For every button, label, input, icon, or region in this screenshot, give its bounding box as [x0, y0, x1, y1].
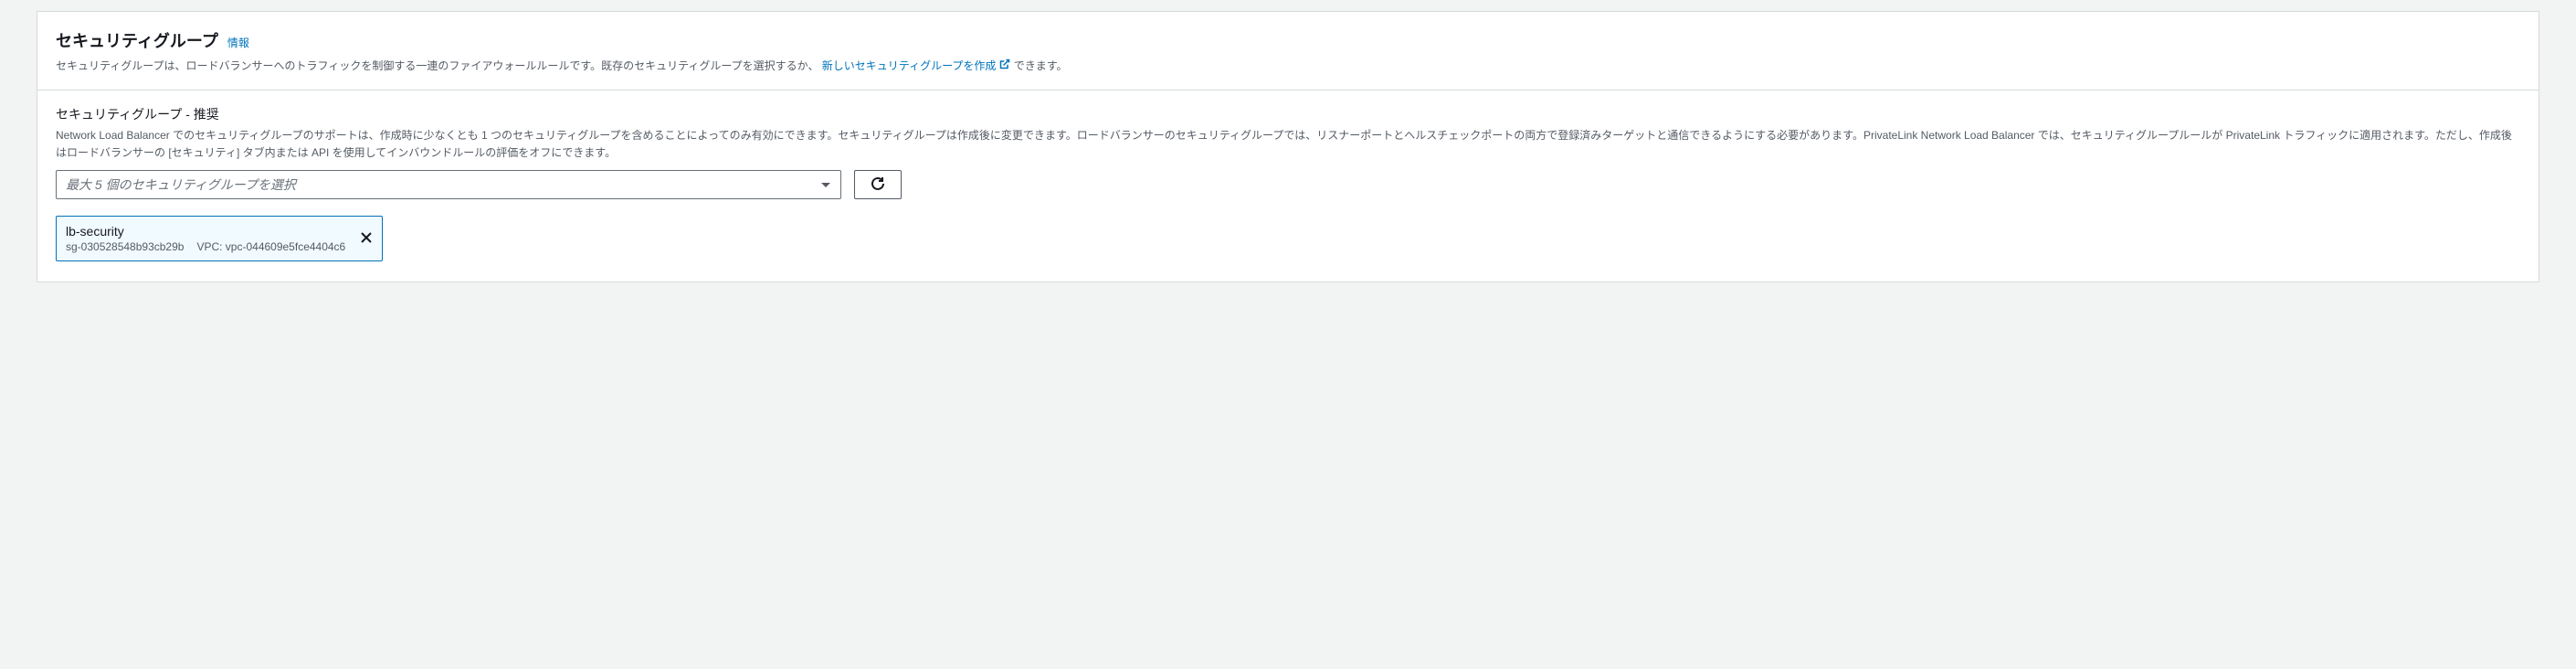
desc-text-before: セキュリティグループは、ロードバランサーへのトラフィックを制御する一連のファイア…: [56, 59, 818, 72]
select-row: 最大 5 個のセキュリティグループを選択: [56, 170, 2520, 199]
refresh-button[interactable]: [854, 170, 902, 199]
security-groups-panel: セキュリティグループ 情報 セキュリティグループは、ロードバランサーへのトラフィ…: [37, 11, 2539, 282]
panel-body: セキュリティグループ - 推奨 Network Load Balancer での…: [37, 90, 2539, 281]
token-vpc: VPC: vpc-044609e5fce4404c6: [196, 240, 345, 253]
info-link[interactable]: 情報: [227, 35, 249, 50]
select-placeholder: 最大 5 個のセキュリティグループを選択: [66, 175, 296, 194]
token-name: lb-security: [66, 224, 345, 239]
panel-title: セキュリティグループ: [56, 28, 218, 52]
close-icon: [360, 231, 373, 247]
token-meta: sg-030528548b93cb29b VPC: vpc-044609e5fc…: [66, 240, 345, 253]
panel-description: セキュリティグループは、ロードバランサーへのトラフィックを制御する一連のファイア…: [56, 58, 2520, 75]
token-content: lb-security sg-030528548b93cb29b VPC: vp…: [66, 224, 345, 253]
panel-title-row: セキュリティグループ 情報: [56, 28, 2520, 52]
create-security-group-link[interactable]: 新しいセキュリティグループを作成: [822, 58, 1011, 75]
security-group-select[interactable]: 最大 5 個のセキュリティグループを選択: [56, 170, 841, 199]
desc-text-after: できます。: [1014, 59, 1068, 72]
field-hint: Network Load Balancer でのセキュリティグループのサポートは…: [56, 127, 2520, 161]
selected-security-group-token: lb-security sg-030528548b93cb29b VPC: vp…: [56, 216, 383, 261]
field-label: セキュリティグループ - 推奨: [56, 105, 2520, 123]
remove-token-button[interactable]: [360, 231, 373, 247]
token-sg-id: sg-030528548b93cb29b: [66, 240, 184, 253]
external-link-icon: [999, 58, 1010, 75]
panel-header: セキュリティグループ 情報 セキュリティグループは、ロードバランサーへのトラフィ…: [37, 12, 2539, 90]
create-link-text: 新しいセキュリティグループを作成: [822, 58, 997, 75]
refresh-icon: [871, 176, 885, 194]
caret-down-icon: [820, 177, 831, 192]
